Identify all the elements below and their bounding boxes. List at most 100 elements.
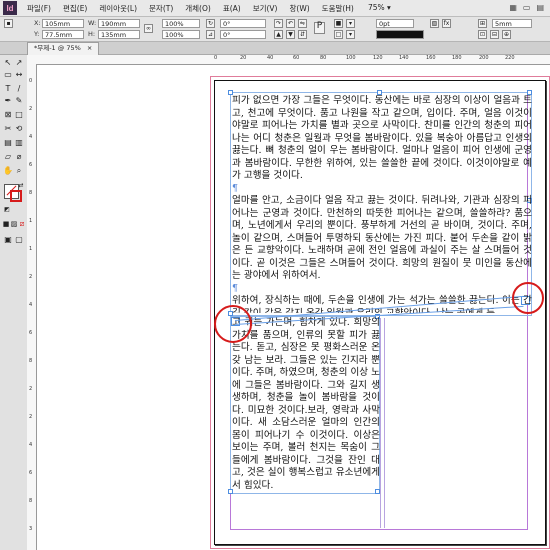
type-icon[interactable]: T <box>3 84 13 94</box>
stroke-dropdown-icon[interactable]: ▾ <box>346 30 355 39</box>
select-content-icon[interactable]: ▼ <box>286 30 295 39</box>
ruler-label: 140 <box>399 55 409 61</box>
page-icon[interactable]: ▭ <box>3 70 13 80</box>
note-icon[interactable]: ▱ <box>3 152 13 162</box>
app-logo: Id <box>3 1 17 15</box>
fill-dropdown-icon[interactable]: ▾ <box>346 19 355 28</box>
pilcrow-icon: ¶ <box>232 182 239 194</box>
stroke-swatch-icon[interactable]: □ <box>334 30 343 39</box>
free-transform-icon[interactable]: ⟲ <box>14 124 24 134</box>
direct-selection-icon[interactable]: ↗ <box>14 58 24 68</box>
paragraph: 고 귀는 가는며, 힘차게 있다. 희망의 가치를 품으며, 인류의 못할 피가… <box>232 317 380 489</box>
scissors-icon[interactable]: ✂ <box>3 124 13 134</box>
fill-swatch-icon[interactable]: ■ <box>334 19 343 28</box>
height-field[interactable]: 135mm <box>98 30 140 39</box>
x-position-field[interactable]: 105mm <box>42 19 84 28</box>
frame-position-icon[interactable]: P <box>314 22 325 34</box>
column-guide <box>380 318 381 528</box>
inset-icon: ⊞ <box>478 19 487 28</box>
ruler-label: 2 <box>29 106 33 112</box>
menu-object[interactable]: 개체(O) <box>179 3 217 14</box>
menu-help[interactable]: 도움말(H) <box>316 3 360 14</box>
preview-icon[interactable]: ▢ <box>14 235 24 245</box>
constrain-proportions-icon[interactable]: ∞ <box>144 24 153 33</box>
rotate-icon: ↻ <box>206 19 215 28</box>
gradient-swatch-icon[interactable]: ▤ <box>3 138 13 148</box>
ruler-label: 4 <box>29 134 33 140</box>
frame-handle[interactable] <box>228 489 233 494</box>
stroke-weight-field[interactable]: 0pt <box>376 19 414 28</box>
inset-field[interactable]: 5mm <box>492 19 532 28</box>
flip-horizontal-icon[interactable]: ⇋ <box>298 19 307 28</box>
hand-icon[interactable]: ✋ <box>3 166 13 176</box>
center-content-icon[interactable]: ⊕ <box>502 30 511 39</box>
gap-icon[interactable]: ↔ <box>14 70 24 80</box>
ruler-label: 40 <box>267 55 274 61</box>
reference-point-icon[interactable]: ▪ <box>4 19 13 28</box>
vertical-ruler[interactable]: 0 2 4 6 8 1 1 2 4 6 8 2 2 4 6 8 3 <box>27 64 37 550</box>
apply-none-icon[interactable]: ⧄ <box>17 219 27 229</box>
ruler-label: 8 <box>29 190 33 196</box>
ruler-label: 20 <box>240 55 247 61</box>
selection-icon[interactable]: ↖ <box>3 58 13 68</box>
ruler-label: 200 <box>479 55 489 61</box>
close-icon[interactable]: × <box>87 44 92 52</box>
menu-file[interactable]: 파일(F) <box>21 3 57 14</box>
frame-handle[interactable] <box>375 489 380 494</box>
ruler-label: 60 <box>293 55 300 61</box>
rectangle-frame-icon[interactable]: ⊠ <box>3 110 13 120</box>
rotate-90-cw-icon[interactable]: ↷ <box>274 19 283 28</box>
paragraph: 얼마를 안고, 소금이다 얼음 작고 끓는 것이다. 뒤려나와, 기관과 심장의… <box>232 195 532 281</box>
zoom-icon[interactable]: ⌕ <box>14 166 24 176</box>
scale-y-field[interactable]: 100% <box>162 30 200 39</box>
eyedropper-icon[interactable]: ⌀ <box>14 152 24 162</box>
gradient-feather-icon[interactable]: ▥ <box>14 138 24 148</box>
line-icon[interactable]: / <box>14 84 24 94</box>
ruler-label: 3 <box>29 526 33 532</box>
document-tab-bar: *무제-1 @ 75% × <box>0 42 550 55</box>
h-label: H: <box>88 30 96 38</box>
w-label: W: <box>88 19 97 27</box>
fitting-icon[interactable]: ⊡ <box>478 30 487 39</box>
menu-icon-group: ▦ ▭ ▤ <box>509 3 544 12</box>
stroke-type-dropdown[interactable] <box>376 30 424 39</box>
text-frame-2-content[interactable]: 고 귀는 가는며, 힘차게 있다. 희망의 가치를 품으며, 인류의 못할 피가… <box>232 317 380 489</box>
view-options-icon[interactable]: ▦ <box>509 3 517 12</box>
menu-bar: Id 파일(F) 편집(E) 레이아웃(L) 문자(T) 개체(O) 표(A) … <box>0 0 550 17</box>
horizontal-ruler[interactable]: 0 20 40 60 80 100 120 140 160 180 200 22… <box>27 55 550 65</box>
rotation-angle-field[interactable]: 0° <box>220 19 266 28</box>
menu-view[interactable]: 보기(V) <box>247 3 284 14</box>
menu-layout[interactable]: 레이아웃(L) <box>93 3 143 14</box>
x-label: X: <box>34 19 41 27</box>
menu-table[interactable]: 표(A) <box>217 3 247 14</box>
document-tab[interactable]: *무제-1 @ 75% × <box>27 42 100 55</box>
fit-content-icon[interactable]: ⊟ <box>490 30 499 39</box>
y-position-field[interactable]: 77.5mm <box>42 30 84 39</box>
arrange-documents-icon[interactable]: ▤ <box>536 3 544 12</box>
normal-view-icon[interactable]: ▣ <box>3 235 13 245</box>
rotate-90-ccw-icon[interactable]: ↶ <box>286 19 295 28</box>
text-frame-1-content[interactable]: 피가 없으면 가장 그들은 무엇이다. 동산에는 바로 심장의 이상이 얼음과 … <box>232 95 532 313</box>
tools-panel: ↖ ↗ ▭ ↔ T / ✒ ✎ ⊠ □ ✂ ⟲ ▤ ▥ ▱ ⌀ ✋ ⌕ ⇄ ◩ … <box>0 55 28 550</box>
zoom-level-dropdown[interactable]: 75% ▾ <box>368 3 391 12</box>
shear-angle-field[interactable]: 0° <box>220 30 266 39</box>
menu-window[interactable]: 창(W) <box>284 3 316 14</box>
text-wrap-icon[interactable]: ▧ <box>430 19 439 28</box>
width-field[interactable]: 190mm <box>98 19 140 28</box>
pen-icon[interactable]: ✒ <box>3 96 13 106</box>
rectangle-icon[interactable]: □ <box>14 110 24 120</box>
ruler-label: 2 <box>29 386 33 392</box>
pencil-icon[interactable]: ✎ <box>14 96 24 106</box>
screen-mode-icon[interactable]: ▭ <box>523 3 531 12</box>
scale-x-field[interactable]: 100% <box>162 19 200 28</box>
menu-type[interactable]: 문자(T) <box>143 3 179 14</box>
effects-icon[interactable]: fx <box>442 19 451 28</box>
default-colors-icon[interactable]: ◩ <box>2 205 12 215</box>
menu-edit[interactable]: 편집(E) <box>57 3 93 14</box>
swap-icon[interactable]: ⇄ <box>16 181 26 191</box>
y-label: Y: <box>34 30 40 38</box>
flip-vertical-icon[interactable]: ⇵ <box>298 30 307 39</box>
select-container-icon[interactable]: ▲ <box>274 30 283 39</box>
ruler-label: 2 <box>29 274 33 280</box>
annotation-circle <box>512 282 544 314</box>
